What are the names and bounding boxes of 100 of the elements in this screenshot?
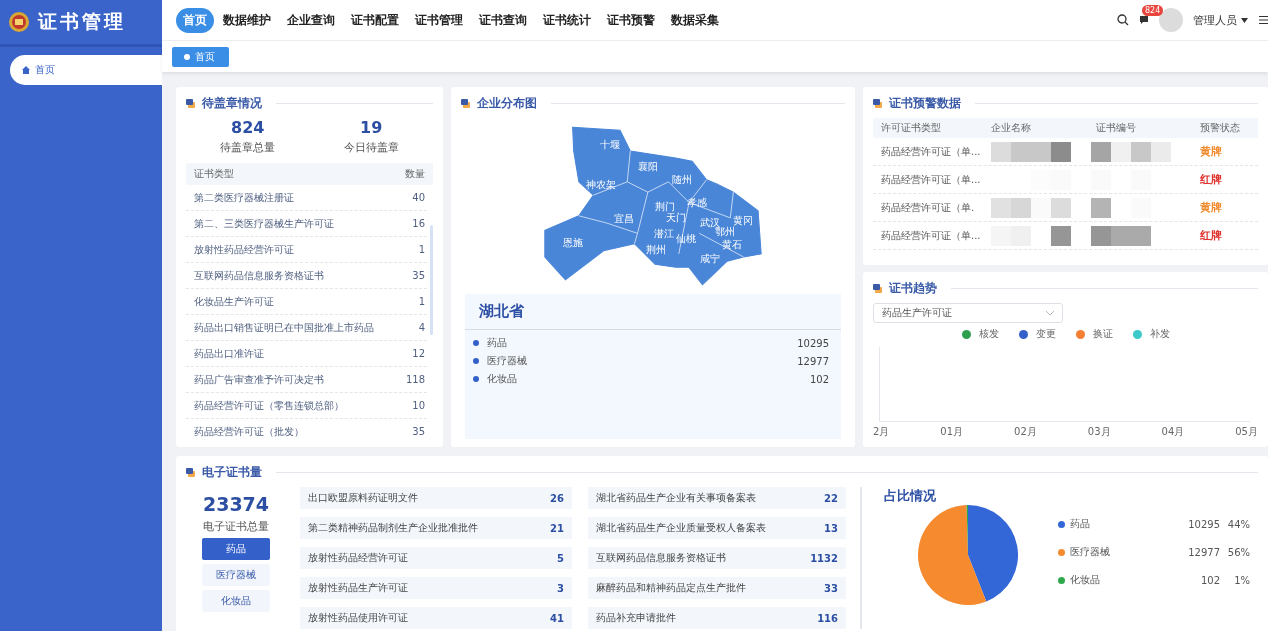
card-title: 证书预警数据 [889, 95, 961, 112]
city-label: 襄阳 [637, 160, 658, 173]
menu-icon[interactable] [1258, 15, 1268, 25]
city-label: 黄石 [722, 237, 743, 250]
stat-value: 19 [360, 118, 383, 137]
city-label: 宜昌 [614, 212, 635, 224]
table-cell: 药品出口销售证明已在中国批准上市药品 [194, 320, 374, 335]
item-label: 湖北省药品生产企业有关事项备案表 [596, 491, 756, 505]
table-cell: 1 [418, 296, 425, 307]
stack-icon [461, 98, 471, 109]
table-cell: 118 [405, 374, 425, 385]
avatar[interactable] [1159, 8, 1183, 32]
nav-link[interactable]: 证书管理 [408, 7, 470, 33]
item-count: 21 [550, 522, 564, 534]
nav-link[interactable]: 企业查询 [280, 7, 342, 33]
table-cell-text: 药品经营许可证（单. [881, 200, 976, 215]
legend-label: 核发 [978, 327, 999, 341]
stat-value: 824 [231, 118, 265, 137]
status-label: 黄牌 [1200, 200, 1222, 215]
type-select[interactable]: 药品生产许可证 [873, 303, 1063, 323]
table-cell: 药品出口准许证 [194, 346, 264, 361]
nav-link[interactable]: 证书统计 [536, 7, 598, 33]
stack-icon [873, 98, 883, 109]
card-title: 企业分布图 [477, 95, 537, 112]
item-label: 医疗器械 [487, 354, 527, 368]
caret-icon [1241, 17, 1248, 23]
chevron-icon [1046, 310, 1054, 316]
item-label: 湖北省药品生产企业质量受权人备案表 [596, 521, 766, 535]
item-count: 5 [557, 552, 564, 564]
column-header: 企业名称 [991, 121, 1032, 135]
stat-label: 待盖章总量 [220, 140, 276, 155]
item-count: 33 [824, 582, 838, 594]
item-label: 药品补充申请批件 [596, 611, 676, 625]
table-cell-text: 药品经营许可证（单... [881, 228, 982, 243]
category-button[interactable]: 医疗器械 [202, 564, 270, 586]
message-icon[interactable] [1139, 15, 1149, 25]
item-value: 12977 [797, 355, 829, 367]
nav-link[interactable]: 证书查询 [472, 7, 534, 33]
city-label: 随州 [671, 172, 692, 185]
column-header: 预警状态 [1200, 121, 1241, 135]
emblem-icon [8, 11, 30, 33]
stack-icon [186, 98, 196, 109]
city-label: 十堰 [599, 137, 620, 150]
item-count: 116 [817, 612, 838, 624]
card-title: 电子证书量 [202, 464, 262, 481]
stack-icon [873, 283, 883, 294]
legend-count: 102 [1199, 574, 1220, 586]
axis-label: 01月 [940, 425, 964, 439]
city-label: 荆门 [655, 199, 676, 212]
table-cell: 药品广告审查准予许可决定书 [194, 372, 324, 387]
table-cell: 药品经营许可证（零售连锁总部） [194, 398, 344, 413]
table-cell-text: 药品经营许可证（单... [881, 144, 982, 159]
city-label: 黄冈 [732, 214, 753, 227]
legend-label: 医疗器械 [1070, 545, 1111, 559]
nav-link[interactable]: 数据维护 [216, 7, 278, 33]
city-label: 荆州 [646, 242, 667, 255]
legend-label: 化妆品 [1070, 573, 1101, 587]
city-label: 恩施 [562, 235, 583, 248]
table-cell: 互联网药品信息服务资格证书 [194, 268, 324, 283]
city-label: 孝感 [687, 195, 708, 208]
city-label: 神农架 [586, 178, 617, 190]
item-label: 麻醉药品和精神药品定点生产批件 [596, 581, 746, 595]
legend-label: 药品 [1070, 517, 1091, 531]
table-cell: 40 [412, 192, 425, 203]
item-label: 药品 [487, 336, 507, 350]
home-icon [22, 66, 30, 74]
item-count: 26 [550, 492, 564, 504]
table-cell: 化妆品生产许可证 [194, 294, 274, 309]
table-cell: 16 [412, 218, 425, 229]
stat-label: 今日待盖章 [343, 140, 399, 155]
legend-label: 换证 [1092, 327, 1113, 341]
scrollbar[interactable] [430, 225, 433, 335]
nav-link[interactable]: 证书配置 [344, 7, 406, 33]
category-button[interactable]: 药品 [202, 538, 270, 560]
table-cell: 1 [418, 244, 425, 255]
axis-label: 02月 [1014, 425, 1037, 439]
sidebar-item[interactable]: 首页 [10, 55, 162, 85]
bullet-icon [473, 376, 479, 382]
axis-label: 04月 [1161, 425, 1185, 439]
city-label: 咸宁 [699, 252, 720, 265]
table-cell: 12 [412, 348, 425, 359]
item-count: 22 [824, 492, 838, 504]
legend-count: 10295 [1187, 518, 1220, 530]
axis-label: 2月 [873, 425, 890, 439]
status-label: 黄牌 [1200, 144, 1222, 159]
item-label: 第二类精神药品制剂生产企业批准批件 [308, 521, 478, 535]
province-name: 湖北省 [465, 294, 841, 330]
axis-label: 03月 [1087, 425, 1111, 439]
item-label: 互联网药品信息服务资格证书 [596, 551, 726, 565]
column-header: 证书编号 [1095, 121, 1137, 135]
nav-link[interactable]: 数据采集 [664, 7, 726, 33]
city-label: 潜江 [654, 227, 675, 240]
user-menu[interactable]: 管理人员 [1193, 12, 1248, 28]
item-count: 3 [557, 582, 564, 594]
category-button[interactable]: 化妆品 [202, 590, 270, 612]
legend-percent: 56% [1226, 546, 1250, 558]
status-label: 红牌 [1200, 228, 1222, 243]
search-icon[interactable] [1117, 14, 1129, 26]
nav-link[interactable]: 证书预警 [600, 7, 662, 33]
bullet-icon [473, 340, 479, 346]
